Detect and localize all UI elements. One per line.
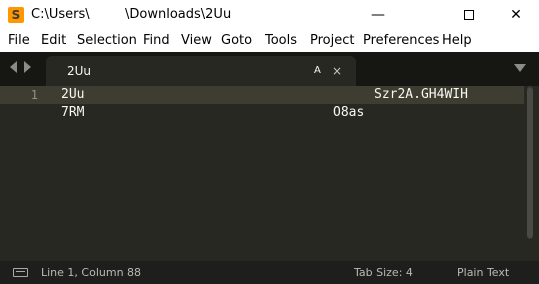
- menu-bar: File Edit Selection Find View Goto Tools…: [0, 30, 539, 53]
- editor-window: S C:\Users\ \Downloads\2Uu — ✕ File Edit…: [0, 0, 539, 284]
- tab-dirty-marker: A: [314, 65, 321, 76]
- line-number: 1: [30, 88, 38, 102]
- minimize-icon: —: [371, 7, 385, 23]
- code-line-1-wrap-left[interactable]: 7RM: [61, 104, 84, 122]
- status-panel-icon[interactable]: [13, 268, 28, 277]
- maximize-button[interactable]: [446, 0, 492, 30]
- menu-project[interactable]: Project: [310, 30, 354, 52]
- app-icon-letter: S: [11, 8, 21, 22]
- line-gutter: 1: [0, 86, 58, 261]
- menu-goto[interactable]: Goto: [221, 30, 252, 52]
- menu-file[interactable]: File: [8, 30, 30, 52]
- minimize-button[interactable]: —: [355, 0, 401, 30]
- tab-close-icon[interactable]: ×: [332, 56, 342, 86]
- tab-bar: 2Uu A ×: [0, 52, 539, 86]
- cursor-position: Line 1, Column 88: [41, 266, 142, 279]
- window-title-path-end: \Downloads\2Uu: [125, 7, 232, 22]
- syntax-selector[interactable]: Plain Text: [457, 261, 509, 284]
- menu-find[interactable]: Find: [143, 30, 170, 52]
- menu-tools[interactable]: Tools: [265, 30, 297, 52]
- menu-edit[interactable]: Edit: [41, 30, 66, 52]
- tab-overflow-chevron-icon[interactable]: [514, 64, 526, 72]
- window-title-path-start: C:\Users\: [31, 7, 90, 22]
- title-bar[interactable]: S C:\Users\ \Downloads\2Uu — ✕: [0, 0, 539, 30]
- code-line-1-left[interactable]: 2Uu: [61, 86, 84, 104]
- menu-selection[interactable]: Selection: [77, 30, 137, 52]
- code-line-1-right[interactable]: Szr2A.GH4WIH: [374, 86, 468, 104]
- close-window-button[interactable]: ✕: [493, 0, 539, 30]
- tab-right-arrow-icon[interactable]: [24, 61, 31, 73]
- menu-preferences[interactable]: Preferences: [363, 30, 439, 52]
- sublime-text-app-icon[interactable]: S: [8, 7, 24, 23]
- menu-view[interactable]: View: [181, 30, 212, 52]
- editor-area[interactable]: 1 2Uu Szr2A.GH4WIH 7RM O8as: [0, 86, 539, 261]
- tab-2uu[interactable]: 2Uu A ×: [46, 56, 356, 86]
- tab-size-selector[interactable]: Tab Size: 4: [354, 261, 413, 284]
- tab-left-arrow-icon[interactable]: [10, 61, 17, 73]
- status-bar: Line 1, Column 88 Tab Size: 4 Plain Text: [0, 261, 539, 284]
- menu-help[interactable]: Help: [442, 30, 472, 52]
- tab-label: 2Uu: [67, 64, 92, 78]
- close-icon: ✕: [510, 7, 522, 23]
- code-line-1-wrap-right[interactable]: O8as: [333, 104, 364, 122]
- scrollbar-thumb[interactable]: [527, 88, 533, 238]
- maximize-icon: [464, 10, 474, 20]
